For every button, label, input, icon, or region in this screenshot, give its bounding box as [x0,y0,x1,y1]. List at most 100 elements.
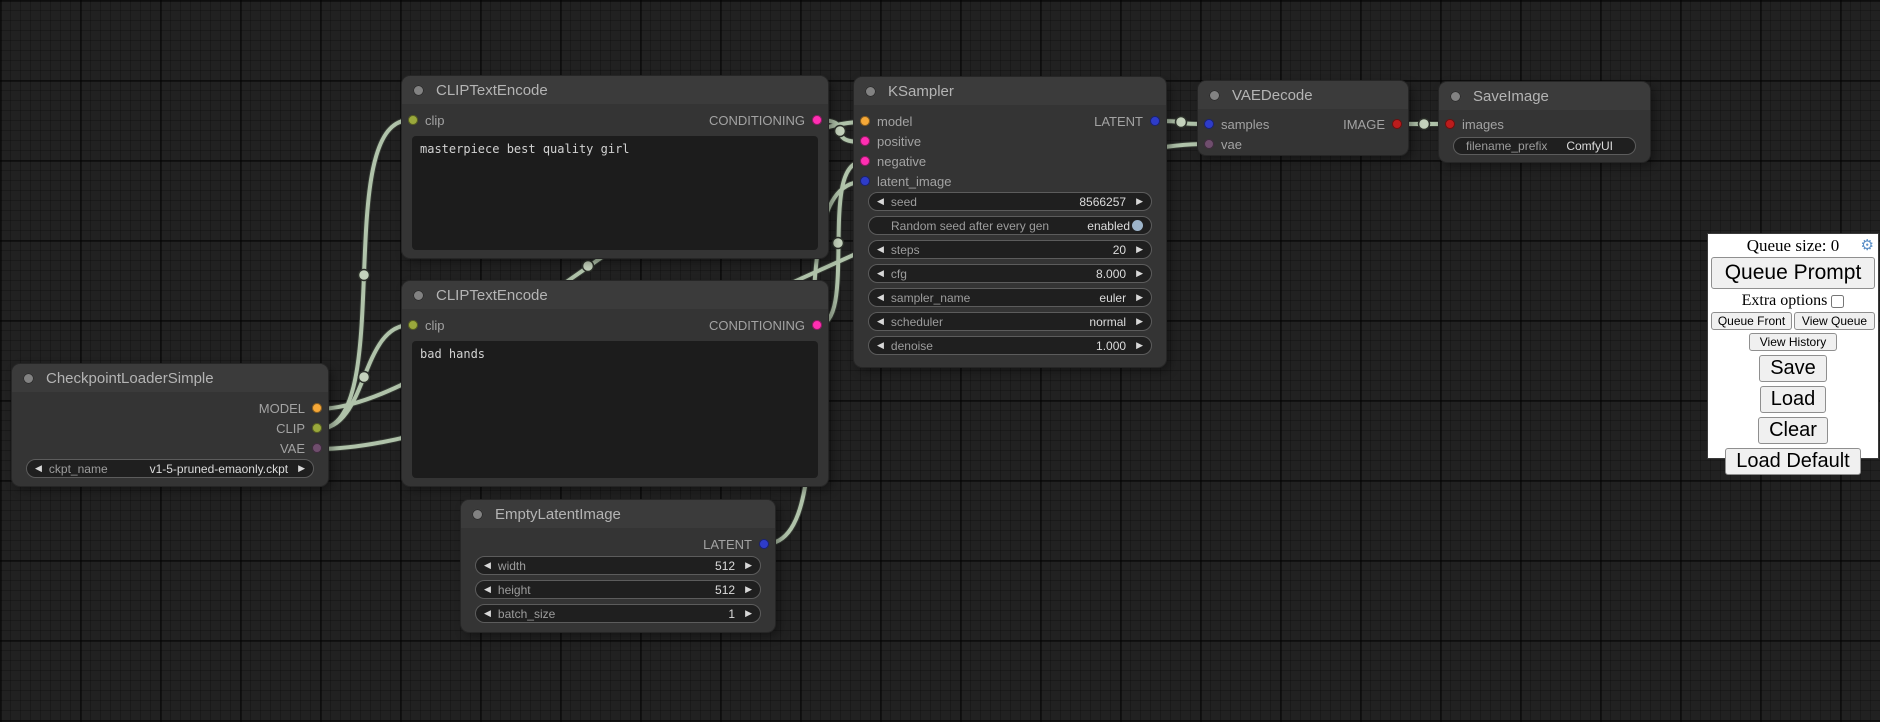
collapse-dot-icon[interactable] [865,86,876,97]
image-port-icon[interactable] [1445,119,1455,129]
decrement-arrow-icon[interactable]: ◀ [877,317,884,326]
view-history-button[interactable]: View History [1749,333,1837,351]
latent-port-icon[interactable] [1204,119,1214,129]
queue-front-button[interactable]: Queue Front [1711,312,1792,330]
input-images[interactable]: images [1445,117,1504,132]
extra-options-checkbox[interactable] [1831,295,1844,308]
increment-arrow-icon[interactable]: ▶ [298,464,305,473]
collapse-dot-icon[interactable] [413,290,424,301]
output-model[interactable]: MODEL [259,401,322,416]
input-vae[interactable]: vae [1204,137,1242,152]
widget-scheduler[interactable]: ◀ scheduler normal ▶ [868,312,1152,331]
latent-port-icon[interactable] [1150,116,1160,126]
toggle-enabled-icon[interactable] [1132,220,1143,231]
clip-port-icon[interactable] [312,423,322,433]
node-save-image[interactable]: SaveImage images filename_prefix ComfyUI [1439,82,1650,162]
collapse-dot-icon[interactable] [1450,91,1461,102]
conditioning-port-icon[interactable] [860,136,870,146]
input-clip[interactable]: clip [408,113,445,128]
load-button[interactable]: Load [1760,386,1827,413]
output-conditioning[interactable]: CONDITIONING [709,318,822,333]
input-negative[interactable]: negative [860,154,926,169]
increment-arrow-icon[interactable]: ▶ [745,609,752,618]
output-latent[interactable]: LATENT [703,537,769,552]
widget-cfg[interactable]: ◀ cfg 8.000 ▶ [868,264,1152,283]
decrement-arrow-icon[interactable]: ◀ [877,245,884,254]
node-clip-text-encode-positive[interactable]: CLIPTextEncode clip CONDITIONING masterp… [402,76,828,258]
increment-arrow-icon[interactable]: ▶ [1136,293,1143,302]
collapse-dot-icon[interactable] [23,373,34,384]
collapse-dot-icon[interactable] [472,509,483,520]
vae-port-icon[interactable] [1204,139,1214,149]
node-title-bar[interactable]: SaveImage [1439,82,1650,110]
widget-filename-prefix[interactable]: filename_prefix ComfyUI [1453,137,1636,155]
decrement-arrow-icon[interactable]: ◀ [484,561,491,570]
increment-arrow-icon[interactable]: ▶ [1136,317,1143,326]
output-clip[interactable]: CLIP [276,421,322,436]
node-empty-latent-image[interactable]: EmptyLatentImage LATENT ◀ width 512 ▶ ◀ … [461,500,775,632]
clear-button[interactable]: Clear [1758,417,1828,444]
output-conditioning[interactable]: CONDITIONING [709,113,822,128]
comfyui-canvas[interactable]: { "canvas": { "wire_color": "#b0c3aa", "… [0,0,1880,722]
latent-port-icon[interactable] [759,539,769,549]
increment-arrow-icon[interactable]: ▶ [745,561,752,570]
node-clip-text-encode-negative[interactable]: CLIPTextEncode clip CONDITIONING bad han… [402,281,828,486]
increment-arrow-icon[interactable]: ▶ [745,585,752,594]
widget-random-seed-toggle[interactable]: Random seed after every gen enabled [868,216,1152,235]
decrement-arrow-icon[interactable]: ◀ [484,609,491,618]
node-vae-decode[interactable]: VAEDecode samples IMAGE vae [1198,81,1408,155]
model-port-icon[interactable] [312,403,322,413]
output-image[interactable]: IMAGE [1343,117,1402,132]
widget-sampler-name[interactable]: ◀ sampler_name euler ▶ [868,288,1152,307]
increment-arrow-icon[interactable]: ▶ [1136,245,1143,254]
node-title-bar[interactable]: VAEDecode [1198,81,1408,109]
decrement-arrow-icon[interactable]: ◀ [35,464,42,473]
node-title-bar[interactable]: KSampler [854,77,1166,105]
model-port-icon[interactable] [860,116,870,126]
conditioning-port-icon[interactable] [812,115,822,125]
view-queue-button[interactable]: View Queue [1794,312,1875,330]
prompt-text-input[interactable]: masterpiece best quality girl [412,136,818,250]
decrement-arrow-icon[interactable]: ◀ [877,341,884,350]
input-latent-image[interactable]: latent_image [860,174,951,189]
decrement-arrow-icon[interactable]: ◀ [877,293,884,302]
increment-arrow-icon[interactable]: ▶ [1136,341,1143,350]
increment-arrow-icon[interactable]: ▶ [1136,197,1143,206]
input-samples[interactable]: samples [1204,117,1269,132]
widget-width[interactable]: ◀ width 512 ▶ [475,556,761,575]
node-checkpoint-loader-simple[interactable]: CheckpointLoaderSimple MODEL CLIP VAE ◀ … [12,364,328,486]
output-latent[interactable]: LATENT [1094,114,1160,129]
queue-prompt-button[interactable]: Queue Prompt [1711,257,1875,289]
clip-port-icon[interactable] [408,320,418,330]
input-clip[interactable]: clip [408,318,445,333]
conditioning-port-icon[interactable] [860,156,870,166]
widget-denoise[interactable]: ◀ denoise 1.000 ▶ [868,336,1152,355]
conditioning-port-icon[interactable] [812,320,822,330]
input-positive[interactable]: positive [860,134,921,149]
widget-steps[interactable]: ◀ steps 20 ▶ [868,240,1152,259]
load-default-button[interactable]: Load Default [1725,448,1860,475]
widget-batch-size[interactable]: ◀ batch_size 1 ▶ [475,604,761,623]
node-title-bar[interactable]: CheckpointLoaderSimple [12,364,328,392]
save-button[interactable]: Save [1759,355,1827,382]
vae-port-icon[interactable] [312,443,322,453]
collapse-dot-icon[interactable] [1209,90,1220,101]
decrement-arrow-icon[interactable]: ◀ [877,197,884,206]
gear-icon[interactable]: ⚙ [1861,236,1874,254]
collapse-dot-icon[interactable] [413,85,424,96]
widget-seed[interactable]: ◀ seed 8566257 ▶ [868,192,1152,211]
widget-height[interactable]: ◀ height 512 ▶ [475,580,761,599]
prompt-text-input[interactable]: bad hands [412,341,818,478]
output-vae[interactable]: VAE [280,441,322,456]
image-port-icon[interactable] [1392,119,1402,129]
increment-arrow-icon[interactable]: ▶ [1136,269,1143,278]
node-title-bar[interactable]: CLIPTextEncode [402,76,828,104]
input-model[interactable]: model [860,114,912,129]
node-title-bar[interactable]: CLIPTextEncode [402,281,828,309]
clip-port-icon[interactable] [408,115,418,125]
node-ksampler[interactable]: KSampler model LATENT positive negative … [854,77,1166,367]
node-title-bar[interactable]: EmptyLatentImage [461,500,775,528]
latent-port-icon[interactable] [860,176,870,186]
decrement-arrow-icon[interactable]: ◀ [877,269,884,278]
widget-ckpt-name[interactable]: ◀ ckpt_name v1-5-pruned-emaonly.ckpt ▶ [26,459,314,478]
